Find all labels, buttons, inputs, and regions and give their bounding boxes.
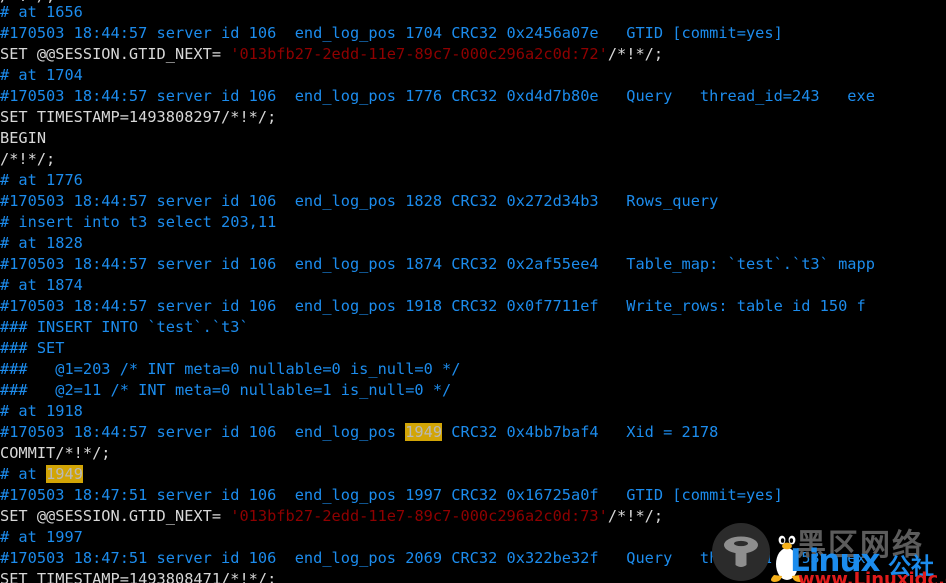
sql-statement-text: SET @@SESSION.GTID_NEXT= (0, 45, 231, 63)
terminal-line: # at 1949 (0, 464, 83, 485)
terminal-line: #170503 18:44:57 server id 106 end_log_p… (0, 297, 866, 315)
terminal-line: # at 1828 (0, 234, 83, 252)
gtid-value: '013bfb27-2edd-11e7-89c7-000c296a2c0d:72… (230, 45, 608, 63)
terminal-line: #170503 18:44:57 server id 106 end_log_p… (0, 255, 875, 273)
gtid-value: '013bfb27-2edd-11e7-89c7-000c296a2c0d:73… (230, 507, 608, 525)
line-text-after-highlight: CRC32 0x4bb7baf4 Xid = 2178 (442, 423, 719, 441)
terminal-line: ### SET (0, 339, 65, 357)
terminal-line: SET @@SESSION.GTID_NEXT= '013bfb27-2edd-… (0, 506, 663, 527)
terminal-line: BEGIN (0, 129, 47, 147)
sql-statement-tail: /*!*/; (607, 507, 664, 525)
watermark-cn-suffix: 公社 (888, 554, 934, 580)
terminal-line: SET TIMESTAMP=1493808471/*!*/; (0, 570, 277, 583)
terminal-line: SET TIMESTAMP=1493808297/*!*/; (0, 108, 277, 126)
terminal-line: #170503 18:44:57 server id 106 end_log_p… (0, 422, 718, 443)
terminal-line: #170503 18:47:51 server id 106 end_log_p… (0, 486, 783, 504)
sql-statement-text: SET @@SESSION.GTID_NEXT= (0, 507, 231, 525)
terminal-line: # at 1704 (0, 66, 83, 84)
terminal-line: #170503 18:44:57 server id 106 end_log_p… (0, 87, 875, 105)
terminal-line: ### @2=11 /* INT meta=0 nullable=1 is_nu… (0, 381, 452, 399)
terminal-line: SET @@SESSION.GTID_NEXT= '013bfb27-2edd-… (0, 44, 663, 65)
terminal-line: # at 1997 (0, 528, 83, 546)
terminal-line: # at 1776 (0, 171, 83, 189)
line-text-before-highlight: #170503 18:44:57 server id 106 end_log_p… (0, 423, 406, 441)
terminal-line: # insert into t3 select 203,11 (0, 213, 277, 231)
terminal-line: /*!*/; (0, 150, 56, 168)
watermark-url: www.Linuxidc.com (798, 569, 946, 583)
terminal-output-pane[interactable]: /*!*/; # at 1656 #170503 18:44:57 server i… (0, 0, 946, 583)
terminal-line: # at 1874 (0, 276, 83, 294)
terminal-line: # at 1918 (0, 402, 83, 420)
terminal-line: #170503 18:47:51 server id 106 end_log_p… (0, 549, 866, 567)
highlighted-value: 1949 (405, 423, 443, 441)
terminal-line: ### INSERT INTO `test`.`t3` (0, 318, 249, 336)
terminal-line: #170503 18:44:57 server id 106 end_log_p… (0, 24, 783, 42)
terminal-line: ### @1=203 /* INT meta=0 nullable=0 is_n… (0, 360, 461, 378)
terminal-line: # at 1656 (0, 3, 83, 21)
terminal-line: COMMIT/*!*/; (0, 444, 111, 462)
highlighted-value: 1949 (46, 465, 83, 483)
sql-statement-tail: /*!*/; (607, 45, 664, 63)
terminal-line: #170503 18:44:57 server id 106 end_log_p… (0, 192, 719, 210)
line-text-before-highlight: # at (0, 465, 47, 483)
